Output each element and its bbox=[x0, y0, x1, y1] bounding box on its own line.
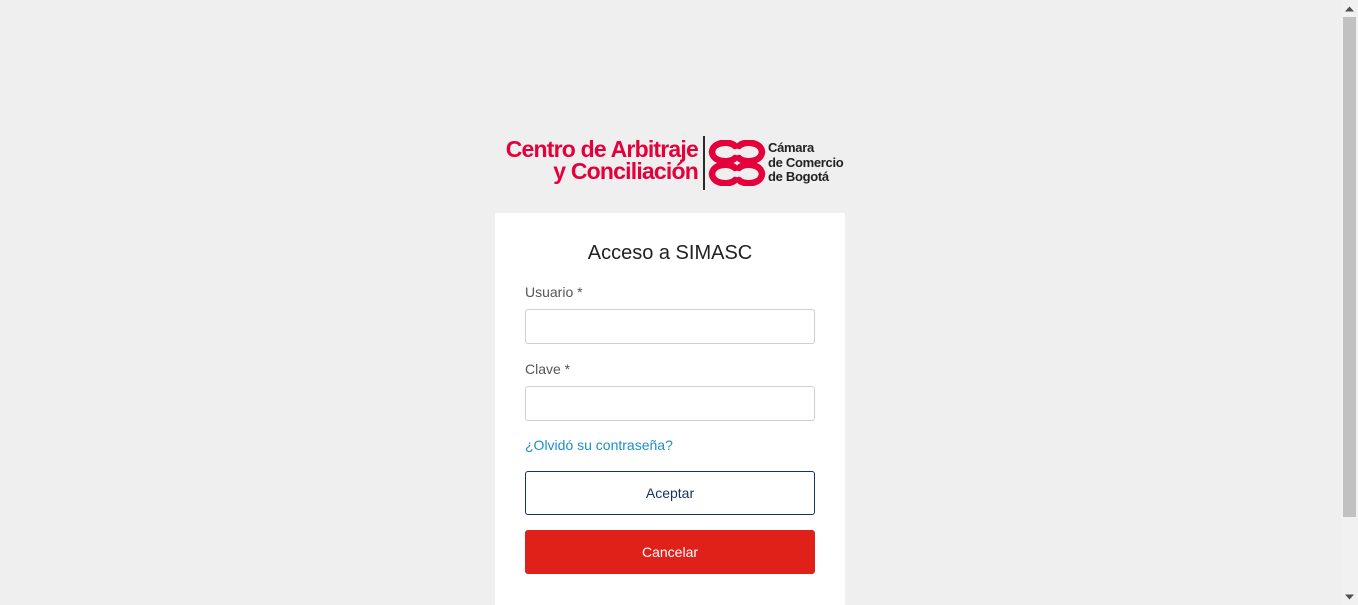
username-label: Usuario * bbox=[525, 284, 583, 300]
accept-button[interactable]: Aceptar bbox=[525, 471, 815, 515]
logo-right-line2: de Comercio bbox=[768, 154, 844, 170]
scroll-up-arrow-icon[interactable] bbox=[1341, 0, 1358, 17]
forgot-password-link[interactable]: ¿Olvidó su contraseña? bbox=[525, 437, 673, 453]
logo-right-line3: de Bogotá bbox=[768, 169, 829, 184]
page: Centro de Arbitraje y Conciliación Cámar… bbox=[0, 0, 1358, 605]
logo-left-line2: y Conciliación bbox=[553, 158, 699, 184]
logo-arbitration-center-text: Centro de Arbitraje y Conciliación bbox=[505, 136, 699, 184]
ccb-logo-icon bbox=[708, 140, 766, 186]
password-label: Clave * bbox=[525, 361, 571, 377]
scrollbar-thumb[interactable] bbox=[1343, 17, 1356, 517]
login-card: Acceso a SIMASC Usuario * Clave * ¿Olvid… bbox=[495, 213, 845, 605]
scroll-down-arrow-icon[interactable] bbox=[1341, 588, 1358, 605]
vertical-scrollbar[interactable] bbox=[1341, 0, 1358, 605]
logo-chamber-text: Cámara de Comercio de Bogotá bbox=[768, 140, 844, 185]
logo-divider bbox=[703, 136, 705, 190]
login-title: Acceso a SIMASC bbox=[587, 242, 753, 264]
password-input[interactable] bbox=[525, 386, 815, 421]
logo-right-line1: Cámara bbox=[768, 140, 814, 155]
logo: Centro de Arbitraje y Conciliación Cámar… bbox=[500, 136, 850, 192]
cancel-button[interactable]: Cancelar bbox=[525, 530, 815, 574]
username-input[interactable] bbox=[525, 309, 815, 344]
logo-left-line1: Centro de Arbitraje bbox=[505, 136, 699, 162]
